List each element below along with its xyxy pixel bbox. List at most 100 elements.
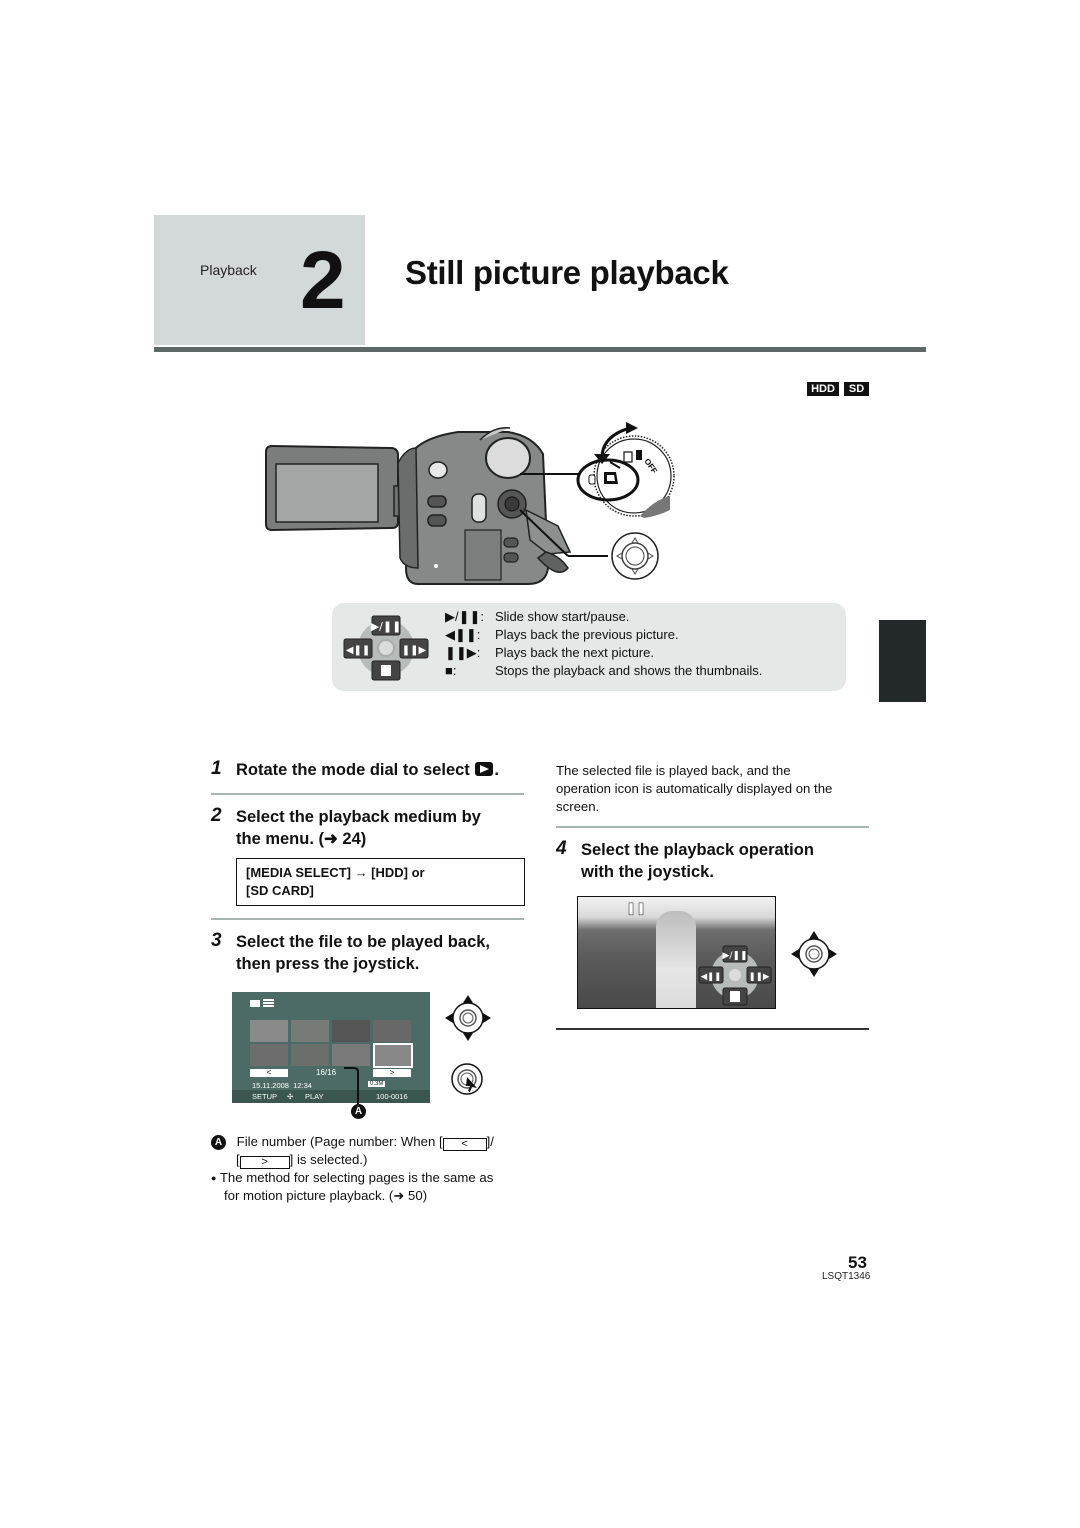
svg-text:◀❚❚: ◀❚❚ [346, 645, 370, 656]
step-1-number: 1 [211, 758, 222, 779]
operation-description: Slide show start/pause. [495, 609, 630, 624]
stop-icon [371, 660, 401, 681]
resolution-indicator: 0.3M [368, 1081, 386, 1087]
callout-a-marker: A [211, 1135, 226, 1150]
playback-screen: ❚❚ ▶/❚❚ ◀❚❚ ❚❚▶ [577, 896, 776, 1009]
operation-row: ❚❚▶: Plays back the next picture. [445, 645, 654, 661]
thumbnail[interactable] [332, 1020, 370, 1042]
description-line: screen. [556, 799, 600, 814]
operation-description: Stops the playback and shows the thumbna… [495, 663, 763, 678]
play-pause-icon: ▶/❚❚: [445, 609, 485, 624]
page-number: 53 [848, 1253, 867, 1272]
svg-text:◀❚❚: ◀❚❚ [701, 972, 722, 982]
next-icon: ❚❚▶ [399, 638, 429, 659]
menu-path-line1: [MEDIA SELECT] → [HDD] or [246, 865, 425, 880]
note-text: File number (Page number: When [ [236, 1134, 443, 1149]
playback-description: The selected file is played back, and th… [556, 762, 832, 816]
step-4-line1: Select the playback operation [581, 841, 814, 859]
setup-label: SETUP [252, 1092, 278, 1101]
play-label: PLAY [305, 1092, 324, 1101]
chapter-number: 2 [300, 235, 346, 326]
divider [211, 918, 524, 920]
thumbnail[interactable] [373, 1020, 411, 1042]
operation-row: ◀❚❚: Plays back the previous picture. [445, 627, 679, 643]
svg-text:❚❚▶: ❚❚▶ [402, 645, 427, 656]
callout-a-marker: A [351, 1104, 366, 1119]
still-playback-mode-icon [475, 762, 494, 776]
mode-dial-icon: OFF [576, 435, 675, 518]
subject-photo [656, 911, 696, 1008]
pause-indicator: ❚❚ [626, 901, 647, 916]
thumbnail[interactable] [291, 1020, 329, 1042]
header-divider [154, 347, 926, 352]
joystick-press-icon [451, 1063, 483, 1095]
play-pause-icon: ▶/❚❚ [722, 945, 748, 963]
note-file-number-cont: [>] is selected.) [236, 1152, 368, 1169]
note-text: The method for selecting pages is the sa… [219, 1170, 494, 1185]
camcorder-illustration: OFF [265, 422, 675, 585]
joystick-icon [611, 532, 659, 580]
thumbnail[interactable] [250, 1044, 288, 1066]
svg-text:❚❚▶: ❚❚▶ [749, 972, 770, 982]
divider [211, 793, 524, 795]
page-title: Still picture playback [405, 254, 729, 291]
step-2-line2: the menu. (➜ 24) [236, 830, 367, 848]
step-2-text: Select the playback medium by the menu. … [236, 806, 481, 850]
operation-description: Plays back the next picture. [495, 645, 654, 660]
page-next-button-ref: > [239, 1156, 290, 1169]
note-bullet-cont: for motion picture playback. (➜ 50) [224, 1188, 428, 1203]
sd-badge: SD [844, 382, 869, 396]
play-pause-icon: ▶/❚❚ [371, 615, 402, 636]
thumbnail-selected[interactable] [373, 1043, 413, 1068]
step-2-number: 2 [211, 805, 222, 826]
page-prev-button-ref: < [442, 1138, 487, 1151]
date-time: 15.11.2008 12:34 [252, 1081, 312, 1090]
note-file-number: A File number (Page number: When [<]/ [211, 1133, 531, 1151]
svg-text:▶/❚❚: ▶/❚❚ [371, 620, 402, 633]
step-3-text: Select the file to be played back, then … [236, 931, 490, 975]
stop-icon: ■: [445, 663, 457, 678]
still-thumbnail-mode-icon [250, 999, 274, 1007]
menu-path-line2: [SD CARD] [246, 883, 314, 898]
bullet-icon: ● [211, 1173, 217, 1183]
hdd-badge: HDD [807, 382, 839, 396]
menu-path-text: [MEDIA SELECT] → [HDD] or [SD CARD] [246, 864, 425, 900]
joystick-move-icon [791, 931, 837, 977]
step-3-line2: then press the joystick. [236, 955, 420, 973]
camcorder-icon [265, 427, 572, 585]
thumbnail[interactable] [291, 1044, 329, 1066]
joystick-small-icon: ✣ [287, 1092, 294, 1101]
file-counter: 16/16 [316, 1068, 337, 1077]
step-1-label: Rotate the mode dial to select [236, 761, 470, 779]
step-4-number: 4 [556, 838, 567, 859]
model-code: LSQT1346 [822, 1271, 871, 1282]
page-prev-button[interactable]: < [250, 1069, 288, 1077]
previous-icon: ◀❚❚: [445, 627, 481, 642]
step-3-number: 3 [211, 930, 222, 951]
on-screen-operation-icons: ▶/❚❚ ◀❚❚ ❚❚▶ [698, 945, 772, 1006]
description-line: The selected file is played back, and th… [556, 763, 791, 778]
chapter-side-tab [879, 620, 926, 702]
next-icon: ❚❚▶: [445, 645, 481, 660]
step-4-text: Select the playback operation with the j… [581, 839, 814, 883]
operation-description: Plays back the previous picture. [495, 627, 679, 642]
joystick-operation-icons: ▶/❚❚ ◀❚❚ ❚❚▶ [343, 615, 429, 681]
operation-row: ■: Stops the playback and shows the thumb… [445, 663, 762, 678]
section-label: Playback [200, 262, 257, 278]
description-line: operation icon is automatically displaye… [556, 781, 833, 796]
step-3-line1: Select the file to be played back, [236, 933, 491, 951]
previous-icon: ◀❚❚ [343, 638, 373, 659]
note-text: ]/ [486, 1134, 494, 1149]
stop-icon [722, 987, 748, 1006]
previous-icon: ◀❚❚ [698, 966, 724, 984]
divider [556, 826, 869, 828]
step-1-text: Rotate the mode dial to select . [236, 759, 499, 781]
note-bullet: ● The method for selecting pages is the … [211, 1169, 493, 1187]
thumbnail[interactable] [250, 1020, 288, 1042]
step-4-line2: with the joystick. [581, 863, 714, 881]
step-1-suffix: . [494, 761, 499, 779]
step-2-line1: Select the playback medium by [236, 808, 481, 826]
file-number: 100-0016 [376, 1092, 408, 1101]
page-next-button[interactable]: > [373, 1069, 411, 1077]
note-text: ] is selected.) [289, 1152, 368, 1167]
